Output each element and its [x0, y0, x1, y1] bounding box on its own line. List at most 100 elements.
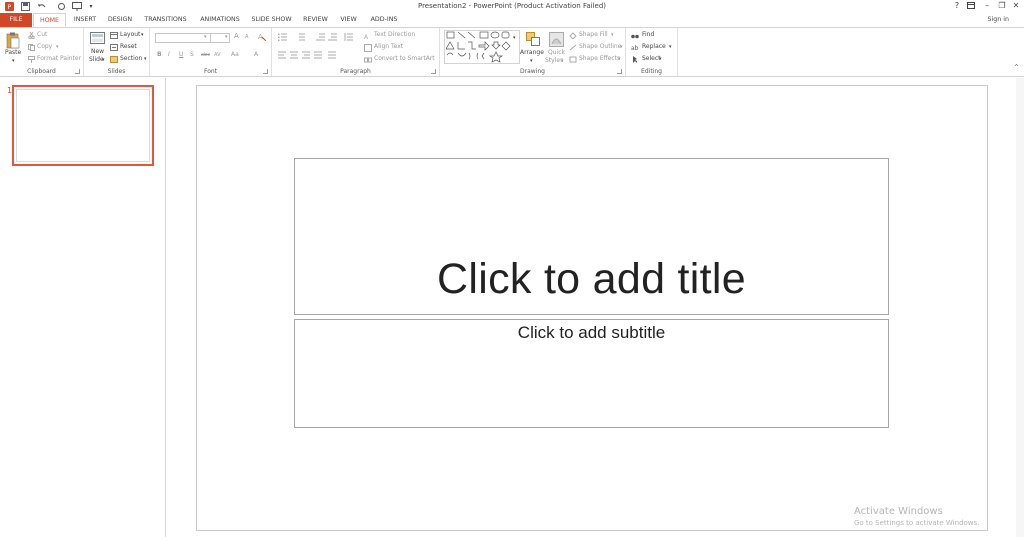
- quick-styles-button[interactable]: Quick: [548, 49, 565, 57]
- subtitle-placeholder[interactable]: Click to add subtitle: [294, 319, 889, 428]
- drawing-group-label: Drawing: [520, 68, 545, 75]
- character-spacing-icon[interactable]: AV: [214, 51, 221, 59]
- change-case-button[interactable]: Aa: [231, 51, 239, 59]
- slide-thumbnail[interactable]: [12, 85, 154, 166]
- title-placeholder[interactable]: Click to add title: [294, 158, 889, 315]
- cut-button[interactable]: Cut: [37, 31, 47, 39]
- title-bar: P ▾ Presentation2 - PowerPoint (Product …: [0, 0, 1024, 12]
- grow-font-button[interactable]: A: [234, 32, 239, 40]
- shadow-button[interactable]: S: [190, 51, 194, 59]
- clipboard-group-label: Clipboard: [27, 68, 56, 75]
- shape-fill-button[interactable]: Shape Fill: [579, 31, 608, 39]
- shape-fill-dropdown-icon[interactable]: ▾: [611, 31, 614, 39]
- tab-file[interactable]: FILE: [0, 13, 32, 27]
- decrease-indent-icon[interactable]: [316, 33, 325, 41]
- shape-fill-icon: [569, 32, 577, 39]
- collapse-ribbon-icon[interactable]: ^: [1014, 64, 1019, 72]
- underline-button[interactable]: U: [179, 51, 183, 59]
- tab-add-ins[interactable]: ADD-INS: [364, 13, 404, 27]
- help-button[interactable]: ?: [950, 0, 964, 12]
- tab-animations[interactable]: ANIMATIONS: [194, 13, 246, 27]
- clipboard-launcher-icon[interactable]: [75, 69, 80, 74]
- copy-button[interactable]: Copy: [37, 43, 52, 51]
- restore-button[interactable]: ❐: [995, 0, 1009, 12]
- replace-button[interactable]: Replace: [642, 43, 666, 51]
- shape-effects-button[interactable]: Shape Effects: [579, 55, 620, 63]
- layout-button[interactable]: Layout: [120, 31, 140, 39]
- new-slide-dropdown-icon[interactable]: ▾: [102, 56, 105, 64]
- close-button[interactable]: ✕: [1009, 0, 1023, 12]
- paragraph-group-label: Paragraph: [340, 68, 371, 75]
- editing-group-label: Editing: [641, 68, 662, 75]
- font-size-dropdown-icon[interactable]: ▾: [225, 33, 228, 41]
- activate-windows-subtext: Go to Settings to activate Windows.: [854, 519, 980, 527]
- bold-button[interactable]: B: [157, 51, 162, 59]
- cut-icon: [28, 32, 35, 39]
- select-icon: [631, 56, 639, 63]
- numbering-icon[interactable]: [296, 33, 305, 41]
- font-color-button[interactable]: A: [254, 51, 258, 59]
- ribbon-display-options-icon[interactable]: [964, 0, 978, 12]
- font-name-combobox[interactable]: [155, 33, 211, 43]
- shapes-gallery-more-icon[interactable]: ▾: [513, 34, 516, 42]
- tab-transitions[interactable]: TRANSITIONS: [138, 13, 193, 27]
- tab-view[interactable]: VIEW: [334, 13, 363, 27]
- increase-indent-icon[interactable]: [328, 33, 337, 41]
- tab-slide-show[interactable]: SLIDE SHOW: [247, 13, 296, 27]
- slides-group: New Slide ▾ Layout ▾ Reset Section ▾ Sli…: [84, 28, 150, 76]
- select-button[interactable]: Select: [642, 55, 661, 63]
- align-text-button[interactable]: Align Text: [374, 43, 403, 51]
- copy-dropdown-icon[interactable]: ▾: [56, 43, 59, 51]
- section-button[interactable]: Section: [120, 55, 142, 63]
- paste-icon[interactable]: [5, 31, 21, 49]
- slide-thumbnail-inner: [16, 89, 150, 162]
- section-dropdown-icon[interactable]: ▾: [144, 55, 147, 63]
- quick-styles-dropdown-icon[interactable]: ▾: [561, 57, 564, 65]
- shapes-gallery[interactable]: [444, 30, 520, 64]
- tab-design[interactable]: DESIGN: [103, 13, 137, 27]
- copy-icon: [28, 44, 35, 51]
- shape-effects-dropdown-icon[interactable]: ▾: [618, 55, 621, 63]
- tab-review[interactable]: REVIEW: [298, 13, 333, 27]
- arrange-dropdown-icon[interactable]: ▾: [530, 57, 533, 65]
- find-button[interactable]: Find: [642, 31, 654, 39]
- svg-text:ab: ab: [631, 45, 639, 51]
- layout-dropdown-icon[interactable]: ▾: [141, 31, 144, 39]
- paste-dropdown-icon[interactable]: ▾: [12, 57, 15, 65]
- format-painter-button[interactable]: Format Painter: [37, 55, 81, 63]
- new-slide-icon[interactable]: [89, 31, 105, 47]
- alignment-buttons-icon[interactable]: [278, 51, 338, 59]
- paste-button[interactable]: Paste: [5, 49, 21, 57]
- select-dropdown-icon[interactable]: ▾: [659, 55, 662, 63]
- font-launcher-icon[interactable]: [263, 69, 268, 74]
- arrange-button[interactable]: Arrange: [520, 49, 544, 57]
- sign-in-link[interactable]: Sign in: [988, 16, 1009, 23]
- tab-insert[interactable]: INSERT: [68, 13, 102, 27]
- minimize-button[interactable]: –: [980, 0, 994, 12]
- shrink-font-button[interactable]: A: [245, 33, 248, 41]
- italic-button[interactable]: I: [168, 51, 170, 59]
- convert-to-smartart-button[interactable]: Convert to SmartArt: [374, 55, 435, 63]
- subtitle-placeholder-text: Click to add subtitle: [517, 323, 666, 342]
- new-slide-button[interactable]: New: [91, 48, 104, 56]
- strikethrough-button[interactable]: abc: [201, 51, 210, 59]
- line-spacing-icon[interactable]: [344, 33, 353, 41]
- replace-dropdown-icon[interactable]: ▾: [669, 43, 672, 51]
- ribbon-tabs: FILE HOME INSERT DESIGN TRANSITIONS ANIM…: [0, 12, 1024, 27]
- title-placeholder-text: Click to add title: [437, 255, 746, 303]
- quick-styles-icon[interactable]: [548, 31, 564, 47]
- clear-formatting-icon[interactable]: A: [258, 32, 267, 41]
- font-name-dropdown-icon[interactable]: ▾: [204, 33, 207, 41]
- bullets-icon[interactable]: [278, 33, 287, 41]
- slides-group-label: Slides: [107, 68, 126, 75]
- text-direction-button[interactable]: Text Direction: [374, 31, 415, 39]
- shape-outline-dropdown-icon[interactable]: ▾: [620, 43, 623, 51]
- ribbon: Paste ▾ Cut Copy ▾ Format Painter Clipbo…: [0, 27, 1024, 77]
- vertical-scrollbar[interactable]: [1016, 78, 1024, 537]
- tab-home[interactable]: HOME: [33, 13, 66, 27]
- shape-outline-button[interactable]: Shape Outline: [579, 43, 621, 51]
- drawing-launcher-icon[interactable]: [617, 69, 622, 74]
- reset-button[interactable]: Reset: [120, 43, 137, 51]
- arrange-icon[interactable]: [525, 31, 541, 47]
- paragraph-launcher-icon[interactable]: [431, 69, 436, 74]
